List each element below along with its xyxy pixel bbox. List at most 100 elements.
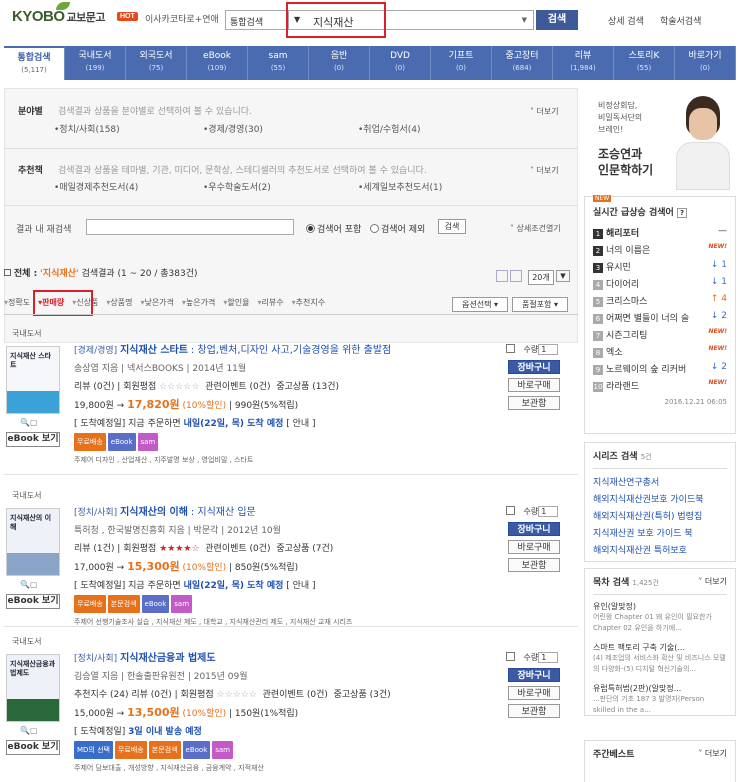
rank-item[interactable]: 10 라라랜드 NEW! xyxy=(593,377,727,394)
product-tag[interactable]: 무료배송 xyxy=(74,433,106,451)
rank-item[interactable]: 2 너의 이름은 NEW! xyxy=(593,241,727,258)
delivery-info-link[interactable]: [ 안내 ] xyxy=(286,419,315,429)
recommend-more-link[interactable]: ˅ 더보기 xyxy=(530,165,559,176)
product-tag[interactable]: 무료배송 xyxy=(74,595,106,613)
rank-item[interactable]: 8 엑소 NEW! xyxy=(593,343,727,360)
hot-keyword-link[interactable]: 이사카코타로+연애 xyxy=(145,12,219,25)
add-to-cart-button[interactable]: 장바구니 xyxy=(508,522,560,536)
preview-icons[interactable]: 🔍▢ xyxy=(20,726,38,735)
select-checkbox[interactable] xyxy=(506,506,515,515)
research-button[interactable]: 검색 xyxy=(438,219,466,234)
product-review[interactable]: 리뷰 (0건) | 회원평점 xyxy=(74,382,156,392)
product-category[interactable]: [정치/사회] xyxy=(74,508,117,518)
qty-control[interactable]: 수량 1 xyxy=(506,344,559,355)
rank-item[interactable]: 7 시즌그리팅 NEW! xyxy=(593,326,727,343)
tab-item[interactable]: 스토리K (55) xyxy=(614,46,675,80)
ebook-view-button[interactable]: eBook 보기 xyxy=(6,740,60,755)
product-tag[interactable]: eBook xyxy=(107,433,136,451)
chevron-down-icon[interactable]: ▼ xyxy=(522,16,527,24)
select-checkbox[interactable] xyxy=(506,344,515,353)
product-tag[interactable]: 무료배송 xyxy=(114,741,147,759)
product-tag[interactable]: eBook xyxy=(141,595,170,613)
toc-item[interactable]: 유인(알맞정) 어린왕 Chapter 01 왜 유인이 필요한가 Chapter… xyxy=(593,601,727,634)
qty-control[interactable]: 수량 1 xyxy=(506,506,559,517)
product-tag[interactable]: eBook xyxy=(182,741,211,759)
delivery-info-link[interactable]: [ 안내 ] xyxy=(286,581,315,591)
tab-item[interactable]: sam (55) xyxy=(248,46,309,80)
add-to-cart-button[interactable]: 장바구니 xyxy=(508,668,560,682)
rank-item[interactable]: 6 어쩌면 별들이 너의 슬 ↓ 2 xyxy=(593,309,727,326)
tab-item[interactable]: 통합검색 (5,117) xyxy=(4,46,65,80)
research-input[interactable] xyxy=(86,219,294,235)
sort-option[interactable]: ▾리뷰수 xyxy=(257,297,283,308)
tab-item[interactable]: 중고장터 (684) xyxy=(492,46,553,80)
tab-item[interactable]: 음반 (0) xyxy=(309,46,370,80)
category-item[interactable]: •경제/경영(30) xyxy=(203,122,263,135)
select-checkbox[interactable] xyxy=(506,652,515,661)
recommend-item[interactable]: •매일경제추천도서(4) xyxy=(54,180,138,193)
out-of-stock-toggle[interactable]: 품절포함 ▾ xyxy=(512,297,568,312)
recommend-item[interactable]: •세계일보추천도서(1) xyxy=(358,180,442,193)
product-event[interactable]: 관련이벤트 (0건) xyxy=(263,690,328,700)
page-size-select[interactable]: 20개 xyxy=(528,270,554,285)
rank-item[interactable]: 4 다이어리 ↓ 1 xyxy=(593,275,727,292)
category-more-link[interactable]: ˅ 더보기 xyxy=(530,106,559,117)
tab-item[interactable]: 기프트 (0) xyxy=(431,46,492,80)
sort-option[interactable]: ▾높은가격 xyxy=(182,297,215,308)
product-event[interactable]: 관련이벤트 (0건) xyxy=(205,382,270,392)
option-select-button[interactable]: 옵션선택 ▾ xyxy=(452,297,508,312)
preview-icons[interactable]: 🔍▢ xyxy=(20,418,38,427)
book-cover[interactable]: 지식재산 스타트 xyxy=(6,346,60,414)
help-icon[interactable]: ? xyxy=(676,208,687,218)
ebook-view-button[interactable]: eBook 보기 xyxy=(6,594,60,609)
product-tag[interactable]: sam xyxy=(171,595,193,613)
buy-now-button[interactable]: 바로구매 xyxy=(508,686,560,700)
toc-more-link[interactable]: ˅ 더보기 xyxy=(698,576,727,587)
product-used[interactable]: 중고상품 (7건) xyxy=(276,544,333,554)
search-button[interactable]: 검색 xyxy=(536,10,578,30)
book-cover[interactable]: 지식재산금융과 법제도 xyxy=(6,654,60,722)
product-keywords[interactable]: 주제어 담보대출 , 개성방향 , 지식재산금융 , 금융계약 , 지적재산 xyxy=(74,759,494,777)
product-category[interactable]: [경제/경영] xyxy=(74,346,117,356)
product-tag[interactable]: sam xyxy=(212,741,234,759)
advanced-link[interactable]: ˅ 상세조건열기 xyxy=(510,223,561,234)
series-item[interactable]: 해외지식재산권보호 가이드북 xyxy=(593,492,727,509)
category-item[interactable]: •취업/수험서(4) xyxy=(358,122,421,135)
rank-item[interactable]: 5 크리스마스 ↑ 4 xyxy=(593,292,727,309)
rank-item[interactable]: 3 유시민 ↓ 1 xyxy=(593,258,727,275)
wishlist-button[interactable]: 보관함 xyxy=(508,396,560,410)
category-item[interactable]: •정치/사회(158) xyxy=(54,122,120,135)
tab-item[interactable]: 국내도서 (199) xyxy=(65,46,126,80)
radio-include[interactable]: 검색어 포함 xyxy=(306,222,361,235)
product-title[interactable]: 지식재산금융과 법제도 xyxy=(120,653,215,664)
recommend-item[interactable]: •우수학술도서(2) xyxy=(203,180,271,193)
rank-item[interactable]: 9 노르웨이의 숲 리커버 ↓ 2 xyxy=(593,360,727,377)
preview-icons[interactable]: 🔍▢ xyxy=(20,580,38,589)
sort-option[interactable]: ▾낮은가격 xyxy=(140,297,173,308)
series-item[interactable]: 해외지식재산권(특허) 법령집 xyxy=(593,509,727,526)
series-item[interactable]: 지식재산연구총서 xyxy=(593,475,727,492)
product-tag[interactable]: sam xyxy=(137,433,159,451)
product-keywords[interactable]: 주제어 선행기술조사 실습 , 지식재산 제도 , 대학교 , 지식재산관리 제… xyxy=(74,613,494,631)
book-cover[interactable]: 지식재산의 이해 xyxy=(6,508,60,576)
series-item[interactable]: 지식재산권 보호 가이드 북 xyxy=(593,526,727,543)
academic-search-link[interactable]: 학술서검색 xyxy=(660,14,701,27)
product-title[interactable]: 지식재산의 이해 xyxy=(120,507,188,518)
wishlist-button[interactable]: 보관함 xyxy=(508,704,560,718)
weekly-more-link[interactable]: ˅ 더보기 xyxy=(698,748,727,759)
rank-item[interactable]: 1 해리포터 — xyxy=(593,224,727,241)
tab-item[interactable]: 바로가기 (0) xyxy=(675,46,736,80)
product-tag[interactable]: 본문검색 xyxy=(107,595,140,613)
sort-option[interactable]: ▾할인율 xyxy=(223,297,249,308)
tab-item[interactable]: DVD (0) xyxy=(370,46,431,80)
qty-input[interactable]: 1 xyxy=(538,506,559,517)
toc-item[interactable]: 스마트 팩토리 구축 기술(... (4) 제조업의 서비스화 확산 및 비즈니스… xyxy=(593,642,727,675)
tab-item[interactable]: eBook (109) xyxy=(187,46,248,80)
sort-option[interactable]: ▾정확도 xyxy=(4,297,30,308)
wishlist-button[interactable]: 보관함 xyxy=(508,558,560,572)
product-tag[interactable]: MD의 선택 xyxy=(74,741,113,759)
grid-view-icon[interactable] xyxy=(496,270,508,282)
chevron-down-icon[interactable]: ▼ xyxy=(556,270,570,282)
search-scope-select[interactable]: 통합검색 xyxy=(225,10,287,30)
product-review[interactable]: 추천지수 (24) 리뷰 (0건) | 회원평점 xyxy=(74,690,214,700)
